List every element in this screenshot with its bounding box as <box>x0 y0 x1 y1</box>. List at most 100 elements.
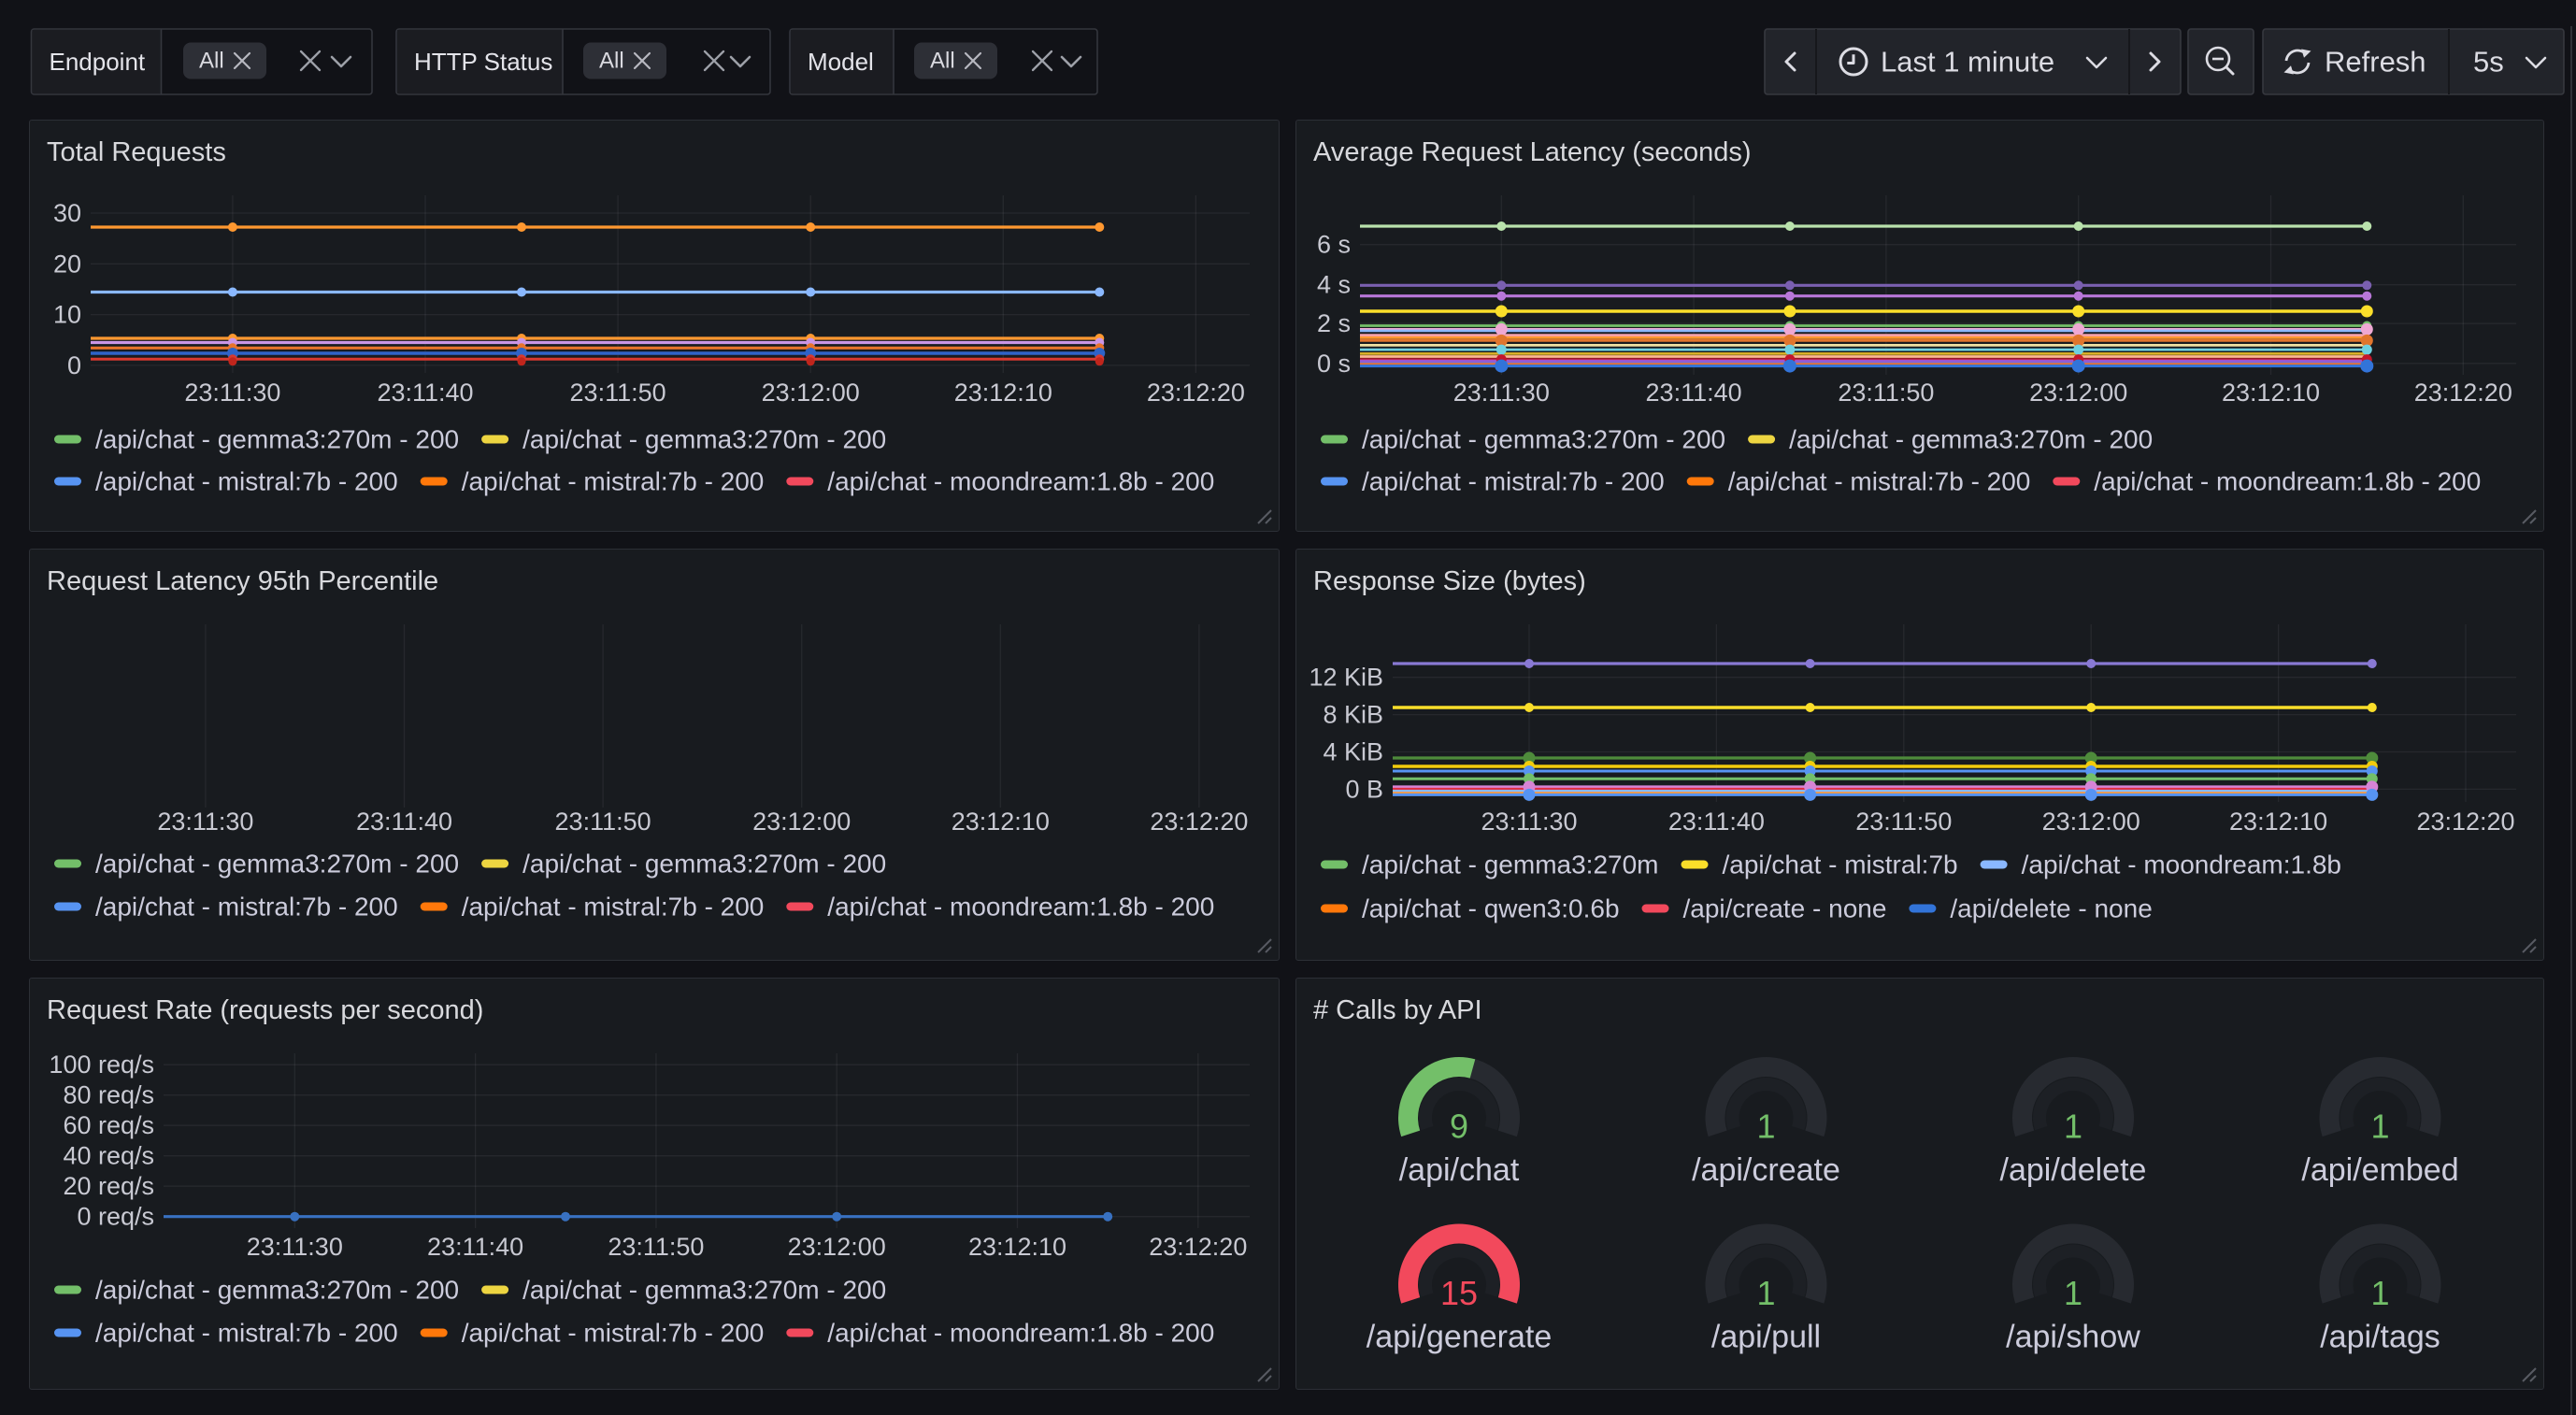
svg-text:Endpoint: Endpoint <box>50 48 146 76</box>
svg-text:/api/chat - mistral:7b - 200: /api/chat - mistral:7b - 200 <box>462 467 765 496</box>
svg-text:0 s: 0 s <box>1317 350 1351 378</box>
svg-text:/api/chat - gemma3:270m: /api/chat - gemma3:270m <box>1362 850 1659 879</box>
svg-text:/api/chat - gemma3:270m - 200: /api/chat - gemma3:270m - 200 <box>522 850 886 879</box>
svg-text:23:12:20: 23:12:20 <box>1147 379 1245 407</box>
svg-text:/api/chat - mistral:7b: /api/chat - mistral:7b <box>1723 850 1958 879</box>
svg-text:23:11:50: 23:11:50 <box>555 808 651 836</box>
svg-text:10: 10 <box>53 301 81 329</box>
svg-text:/api/chat - gemma3:270m - 200: /api/chat - gemma3:270m - 200 <box>95 850 459 879</box>
svg-text:23:12:20: 23:12:20 <box>2416 808 2514 836</box>
svg-text:23:11:40: 23:11:40 <box>1646 379 1742 407</box>
svg-text:/api/chat - moondream:1.8b - 2: /api/chat - moondream:1.8b - 200 <box>827 467 1214 496</box>
svg-text:23:12:20: 23:12:20 <box>1150 808 1248 836</box>
svg-text:Request Latency 95th Percentil: Request Latency 95th Percentile <box>47 566 438 596</box>
svg-text:23:11:40: 23:11:40 <box>1668 808 1765 836</box>
svg-text:/api/delete: /api/delete <box>2000 1152 2147 1188</box>
svg-text:23:12:00: 23:12:00 <box>788 1233 886 1261</box>
svg-text:23:11:30: 23:11:30 <box>157 808 253 836</box>
svg-text:/api/chat - mistral:7b - 200: /api/chat - mistral:7b - 200 <box>1362 467 1665 496</box>
svg-text:23:11:50: 23:11:50 <box>608 1233 704 1261</box>
svg-text:/api/chat - gemma3:270m - 200: /api/chat - gemma3:270m - 200 <box>522 425 886 454</box>
svg-text:1: 1 <box>2064 1108 2082 1146</box>
svg-text:4 s: 4 s <box>1317 271 1351 299</box>
svg-text:/api/chat - gemma3:270m - 200: /api/chat - gemma3:270m - 200 <box>95 1276 459 1305</box>
svg-text:8 KiB: 8 KiB <box>1323 701 1383 729</box>
svg-text:/api/chat - gemma3:270m - 200: /api/chat - gemma3:270m - 200 <box>1362 425 1725 454</box>
svg-text:/api/pull: /api/pull <box>1711 1320 1821 1355</box>
svg-text:23:12:10: 23:12:10 <box>968 1233 1066 1261</box>
svg-text:23:11:40: 23:11:40 <box>427 1233 523 1261</box>
svg-text:23:12:00: 23:12:00 <box>762 379 860 407</box>
svg-text:1: 1 <box>2370 1274 2389 1312</box>
svg-text:23:12:10: 23:12:10 <box>952 808 1050 836</box>
svg-text:/api/chat - moondream:1.8b: /api/chat - moondream:1.8b <box>2022 850 2341 879</box>
svg-text:80 req/s: 80 req/s <box>63 1081 154 1109</box>
svg-text:1: 1 <box>2064 1274 2082 1312</box>
svg-text:/api/chat - mistral:7b - 200: /api/chat - mistral:7b - 200 <box>462 893 765 922</box>
svg-text:40 req/s: 40 req/s <box>63 1142 154 1170</box>
svg-text:23:11:40: 23:11:40 <box>377 379 473 407</box>
svg-text:/api/delete - none: /api/delete - none <box>1950 894 2152 923</box>
svg-text:23:12:10: 23:12:10 <box>2222 379 2320 407</box>
svg-text:23:12:20: 23:12:20 <box>1149 1233 1247 1261</box>
svg-text:12 KiB: 12 KiB <box>1309 664 1383 692</box>
svg-text:Total Requests: Total Requests <box>47 137 226 167</box>
svg-text:All: All <box>199 49 224 74</box>
svg-text:/api/chat - gemma3:270m - 200: /api/chat - gemma3:270m - 200 <box>522 1276 886 1305</box>
svg-text:# Calls by API: # Calls by API <box>1313 995 1482 1025</box>
svg-text:23:12:20: 23:12:20 <box>2414 379 2512 407</box>
svg-text:60 req/s: 60 req/s <box>63 1111 154 1139</box>
svg-text:All: All <box>930 49 955 74</box>
svg-text:23:11:30: 23:11:30 <box>1453 379 1550 407</box>
svg-text:/api/chat - qwen3:0.6b: /api/chat - qwen3:0.6b <box>1362 894 1620 923</box>
svg-text:HTTP Status: HTTP Status <box>414 48 552 76</box>
svg-text:/api/chat: /api/chat <box>1399 1152 1520 1188</box>
svg-text:/api/tags: /api/tags <box>2320 1320 2440 1355</box>
svg-text:/api/generate: /api/generate <box>1367 1320 1553 1355</box>
svg-text:/api/chat - mistral:7b - 200: /api/chat - mistral:7b - 200 <box>95 467 398 496</box>
svg-text:1: 1 <box>1756 1108 1775 1146</box>
svg-text:/api/chat - gemma3:270m - 200: /api/chat - gemma3:270m - 200 <box>95 425 459 454</box>
svg-text:All: All <box>599 49 624 74</box>
svg-text:Refresh: Refresh <box>2325 46 2426 79</box>
svg-text:/api/chat - moondream:1.8b - 2: /api/chat - moondream:1.8b - 200 <box>827 1319 1214 1348</box>
svg-text:1: 1 <box>1756 1274 1775 1312</box>
svg-text:Response Size (bytes): Response Size (bytes) <box>1313 566 1586 596</box>
svg-text:23:11:30: 23:11:30 <box>184 379 280 407</box>
svg-text:23:11:50: 23:11:50 <box>1838 379 1934 407</box>
svg-text:20: 20 <box>53 250 81 278</box>
svg-text:23:12:10: 23:12:10 <box>2229 808 2327 836</box>
svg-text:/api/chat - moondream:1.8b - 2: /api/chat - moondream:1.8b - 200 <box>2094 467 2481 496</box>
svg-text:Last 1 minute: Last 1 minute <box>1881 46 2054 79</box>
svg-text:/api/show: /api/show <box>2006 1320 2140 1355</box>
svg-text:23:12:10: 23:12:10 <box>954 379 1052 407</box>
svg-text:/api/chat - mistral:7b - 200: /api/chat - mistral:7b - 200 <box>1728 467 2031 496</box>
svg-text:Average Request Latency (secon: Average Request Latency (seconds) <box>1313 137 1752 167</box>
svg-text:5s: 5s <box>2473 46 2504 79</box>
svg-text:0 B: 0 B <box>1345 775 1383 803</box>
svg-text:Model: Model <box>808 48 874 76</box>
svg-text:23:11:40: 23:11:40 <box>356 808 452 836</box>
svg-text:/api/chat - gemma3:270m - 200: /api/chat - gemma3:270m - 200 <box>1789 425 2153 454</box>
svg-text:23:12:00: 23:12:00 <box>2029 379 2127 407</box>
svg-text:20 req/s: 20 req/s <box>63 1172 154 1200</box>
svg-text:/api/create - none: /api/create - none <box>1683 894 1887 923</box>
svg-text:0: 0 <box>67 351 81 379</box>
svg-text:15: 15 <box>1440 1274 1478 1312</box>
svg-text:0 req/s: 0 req/s <box>77 1203 154 1231</box>
svg-text:6 s: 6 s <box>1317 231 1351 259</box>
svg-text:/api/chat - moondream:1.8b - 2: /api/chat - moondream:1.8b - 200 <box>827 893 1214 922</box>
svg-text:30: 30 <box>53 199 81 227</box>
svg-text:23:12:00: 23:12:00 <box>752 808 851 836</box>
svg-text:/api/chat - mistral:7b - 200: /api/chat - mistral:7b - 200 <box>95 893 398 922</box>
svg-text:100 req/s: 100 req/s <box>49 1051 154 1079</box>
svg-text:/api/chat - mistral:7b - 200: /api/chat - mistral:7b - 200 <box>462 1319 765 1348</box>
svg-text:/api/chat - mistral:7b - 200: /api/chat - mistral:7b - 200 <box>95 1319 398 1348</box>
svg-text:Request Rate (requests per sec: Request Rate (requests per second) <box>47 995 483 1025</box>
svg-text:2 s: 2 s <box>1317 309 1351 337</box>
svg-text:/api/create: /api/create <box>1692 1152 1840 1188</box>
svg-text:23:12:00: 23:12:00 <box>2042 808 2140 836</box>
svg-text:9: 9 <box>1450 1108 1468 1146</box>
svg-text:4 KiB: 4 KiB <box>1323 738 1383 766</box>
svg-text:1: 1 <box>2370 1108 2389 1146</box>
